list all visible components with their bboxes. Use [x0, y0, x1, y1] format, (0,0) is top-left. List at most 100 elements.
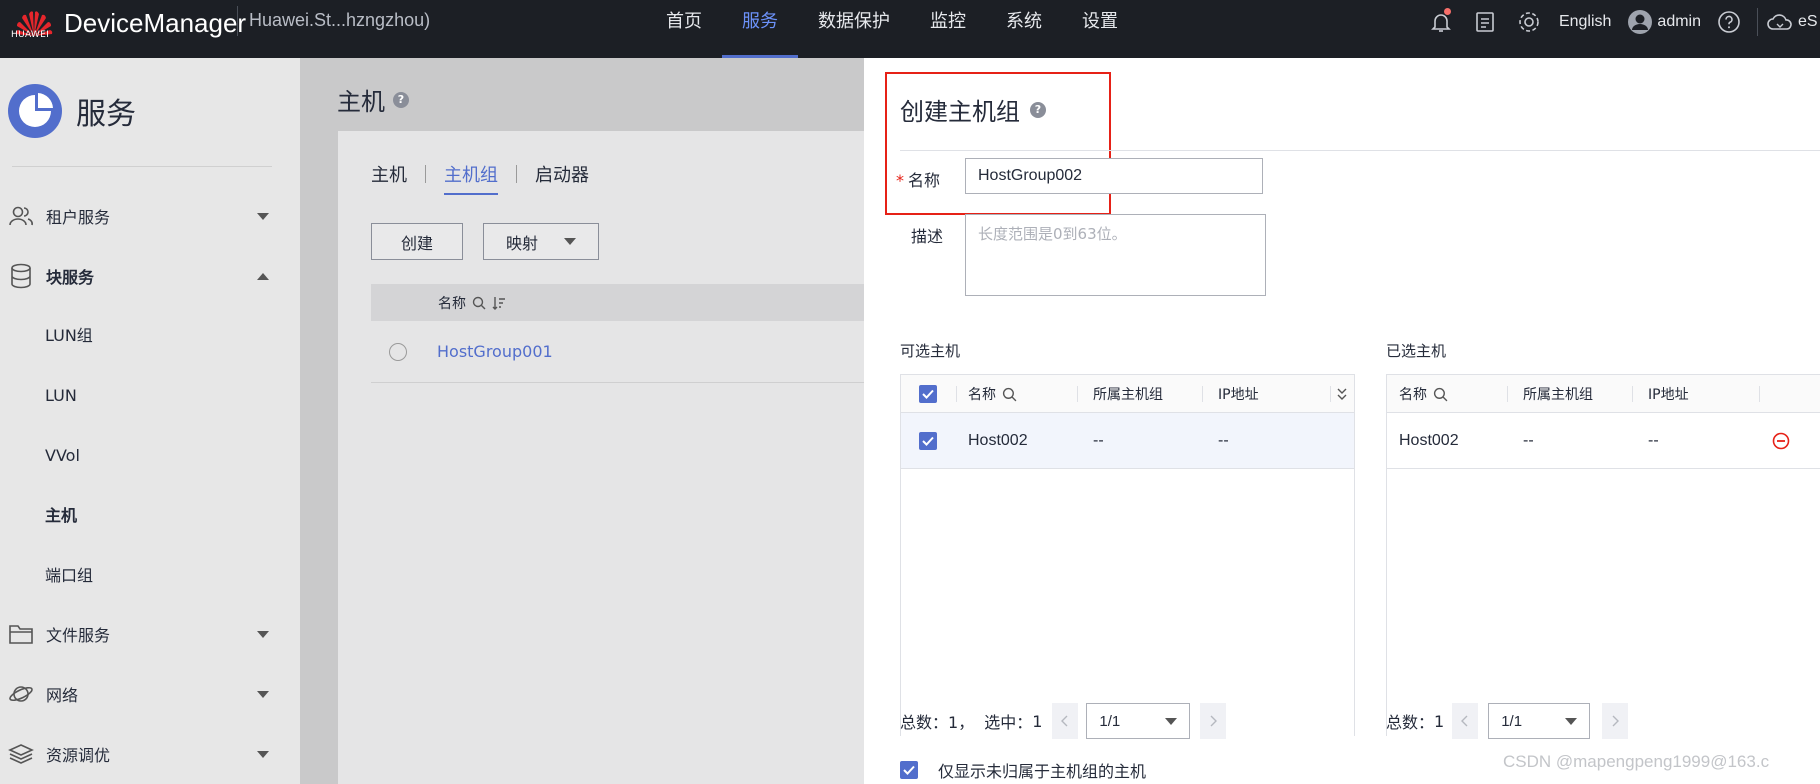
row-checkbox[interactable] — [919, 413, 937, 469]
available-hosts-label: 可选主机 — [900, 342, 961, 360]
nav-monitor[interactable]: 监控 — [910, 0, 986, 58]
sidebar-item-network[interactable]: 网络 — [0, 664, 300, 724]
page-select-value: 1/1 — [1501, 712, 1523, 730]
column-header-host-group: 所属主机组 — [1523, 387, 1593, 403]
cell-ip: -- — [1218, 432, 1229, 449]
row-radio[interactable] — [389, 342, 407, 361]
nav-settings[interactable]: 设置 — [1062, 0, 1138, 58]
create-button[interactable]: 创建 — [371, 223, 463, 260]
sidebar-item-label: 租户服务 — [46, 208, 111, 227]
column-divider — [1202, 386, 1203, 402]
cloud-label: eS — [1798, 13, 1818, 30]
sidebar-title: 服务 — [76, 97, 136, 132]
nav-data-protection[interactable]: 数据保护 — [798, 0, 910, 58]
description-textarea[interactable]: 长度范围是0到63位。 — [965, 214, 1266, 296]
nav-services[interactable]: 服务 — [722, 0, 798, 58]
chevron-right-icon — [1612, 715, 1620, 727]
column-header-ip: IP地址 — [1648, 387, 1689, 403]
sidebar-item-resource-tuning[interactable]: 资源调优 — [0, 724, 300, 784]
caret-down-icon — [1165, 718, 1178, 725]
sidebar-item-host[interactable]: 主机 — [45, 486, 77, 546]
sidebar-item-block-services[interactable]: 块服务 — [0, 246, 300, 306]
next-page-button[interactable] — [1200, 703, 1227, 739]
brand-text: HUAWEI — [11, 30, 50, 40]
sort-icon[interactable] — [492, 296, 506, 310]
page-title-text: 主机 — [337, 88, 385, 116]
prev-page-button[interactable] — [1452, 703, 1479, 739]
help-question-icon[interactable]: ? — [393, 91, 409, 108]
layers-icon — [8, 741, 34, 767]
sidebar-divider — [12, 166, 272, 167]
device-name[interactable]: Huawei.St...hzngzhou) — [249, 10, 430, 31]
cloud-icon — [1767, 14, 1792, 30]
column-header-name: 名称 — [968, 375, 1017, 413]
next-page-button[interactable] — [1602, 703, 1629, 739]
sidebar-item-port-group[interactable]: 端口组 — [45, 546, 93, 606]
top-bar: HUAWEI DeviceManager Huawei.St...hzngzho… — [0, 0, 1820, 58]
drawer-title: 创建主机组 ? — [900, 92, 1046, 127]
cell-host-group: -- — [1523, 432, 1534, 449]
help-icon[interactable] — [1707, 0, 1751, 44]
name-input[interactable]: HostGroup002 — [965, 158, 1263, 194]
page-title: 主机 ? — [337, 82, 409, 117]
column-label: 名称 — [438, 295, 466, 312]
gear-icon[interactable] — [1507, 0, 1551, 44]
column-header-host-group: 所属主机组 — [1093, 387, 1163, 403]
user-avatar-icon — [1628, 10, 1653, 34]
user-menu[interactable]: admin — [1621, 9, 1707, 35]
task-list-icon[interactable] — [1463, 0, 1507, 44]
column-settings-icon[interactable] — [1337, 375, 1347, 413]
cell-host-group: -- — [1093, 432, 1104, 449]
total-count: 1 — [1434, 711, 1445, 731]
help-question-icon[interactable]: ? — [1030, 101, 1046, 118]
only-unassigned-option[interactable]: 仅显示未归属于主机组的主机 — [900, 758, 1146, 782]
background-page: 服务 租户服务 块服务 LUN组 LUN VVol 主机 端口组 文件服务 网络 — [0, 58, 864, 784]
check-icon — [922, 389, 934, 399]
tab-host-group[interactable]: 主机组 — [444, 161, 498, 195]
prev-page-button[interactable] — [1052, 703, 1079, 739]
select-all-checkbox[interactable] — [919, 375, 937, 413]
remove-icon[interactable] — [1772, 413, 1790, 469]
host-group-link[interactable]: HostGroup001 — [437, 342, 553, 361]
table-row: HostGroup001 — [371, 321, 864, 383]
column-label: 名称 — [1399, 387, 1427, 403]
language-switch[interactable]: English — [1551, 13, 1621, 31]
column-label: 名称 — [968, 387, 996, 403]
available-pager: 总数： 1， 选中： 1 1/1 — [900, 703, 1227, 739]
bell-icon[interactable] — [1419, 0, 1463, 44]
sidebar-item-file-services[interactable]: 文件服务 — [0, 604, 300, 664]
create-host-group-drawer: 创建主机组 ? * 名称 HostGroup002 描述 长度范围是0到63位。 … — [864, 58, 1820, 784]
nav-home[interactable]: 首页 — [646, 0, 722, 58]
chevron-left-icon — [1061, 715, 1068, 727]
watermark-text: CSDN @mapengpeng1999@163.c — [1503, 752, 1770, 771]
search-icon[interactable] — [1002, 387, 1017, 402]
nav-system[interactable]: 系统 — [986, 0, 1062, 58]
selected-pager: 总数： 1 1/1 — [1386, 703, 1629, 739]
cloud-service-link[interactable]: eS — [1766, 11, 1820, 33]
toolbar-divider — [1757, 8, 1758, 36]
search-icon[interactable] — [472, 296, 486, 310]
page-select[interactable]: 1/1 — [1488, 703, 1591, 739]
tab-initiator[interactable]: 启动器 — [535, 161, 589, 195]
sidebar-item-tenant-services[interactable]: 租户服务 — [0, 186, 300, 246]
name-label-text: 名称 — [908, 171, 941, 190]
required-asterisk: * — [896, 171, 904, 190]
map-dropdown-button[interactable]: 映射 — [483, 223, 599, 260]
tab-divider — [425, 165, 426, 183]
sidebar-item-vvol[interactable]: VVol — [45, 426, 80, 486]
column-header-name: 名称 — [438, 293, 506, 313]
map-button-label: 映射 — [505, 233, 538, 253]
sidebar-item-lun[interactable]: LUN — [45, 366, 77, 426]
search-icon[interactable] — [1433, 387, 1448, 402]
sidebar-item-lun-group[interactable]: LUN组 — [45, 306, 93, 366]
chevron-down-icon — [257, 212, 269, 220]
page-select[interactable]: 1/1 — [1086, 703, 1191, 739]
column-header-ip: IP地址 — [1218, 387, 1259, 403]
cell-ip: -- — [1648, 432, 1659, 449]
cell-host-name: Host002 — [968, 432, 1028, 449]
check-icon — [903, 765, 915, 775]
available-hosts-table: 名称 所属主机组 IP地址 Host002 -- -- — [900, 374, 1355, 736]
tab-host[interactable]: 主机 — [371, 161, 407, 195]
only-unassigned-checkbox[interactable] — [900, 761, 918, 779]
table-row[interactable]: Host002 -- -- — [901, 413, 1354, 469]
